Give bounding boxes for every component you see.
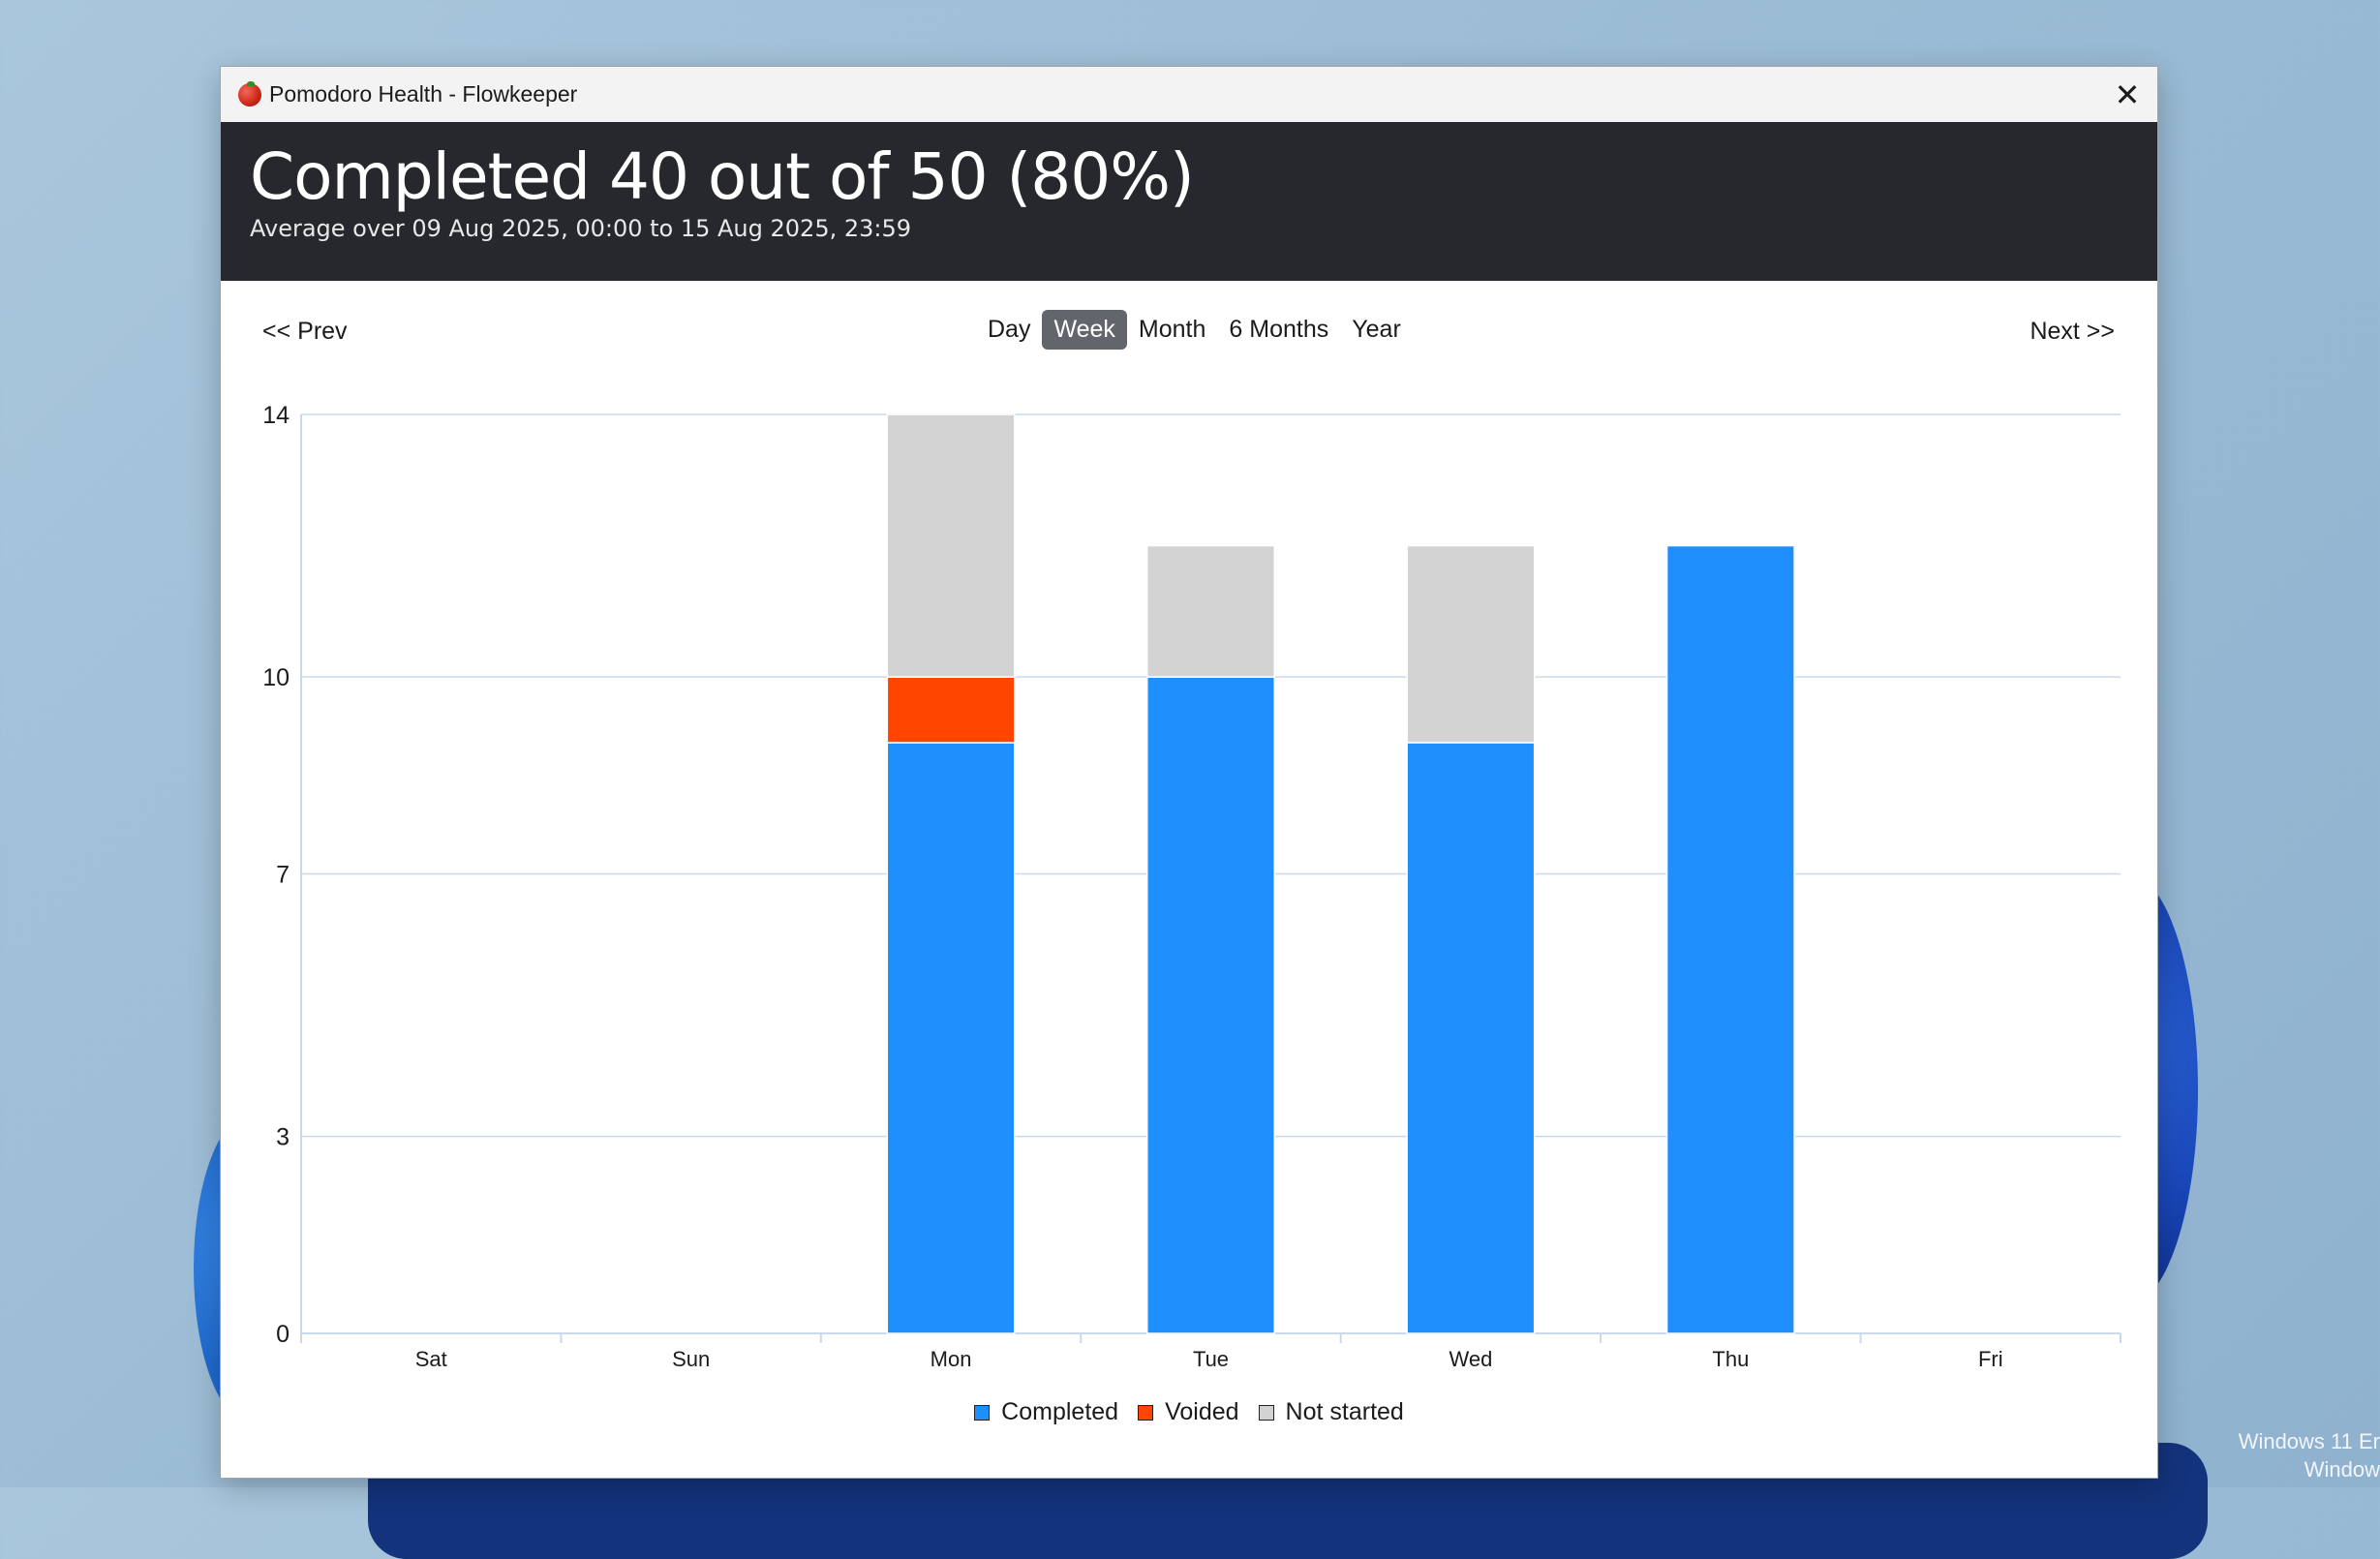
watermark-line: Windows 11 Er	[2238, 1429, 2380, 1453]
app-window: Pomodoro Health - Flowkeeper ✕ Completed…	[221, 67, 2157, 1478]
x-tick-label: Thu	[1712, 1347, 1749, 1371]
x-tick-label: Wed	[1449, 1347, 1493, 1371]
y-tick-label: 3	[276, 1124, 290, 1151]
bar-segment	[886, 676, 1016, 744]
watermark-line: Window	[2304, 1457, 2380, 1482]
legend-label: Not started	[1285, 1398, 1404, 1425]
bar-segment	[1145, 676, 1276, 1334]
legend-swatch-completed	[974, 1404, 991, 1421]
legend-item-voided: Voided	[1138, 1398, 1239, 1426]
bar-segment	[1145, 544, 1276, 678]
x-tick-label: Fri	[1978, 1347, 2003, 1371]
windows-watermark: Windows 11 Er Window	[2225, 1427, 2380, 1483]
x-tick-label: Sat	[415, 1347, 447, 1371]
x-tick-label: Tue	[1193, 1347, 1229, 1371]
bar-segment	[1406, 544, 1536, 744]
y-tick-label: 10	[262, 664, 290, 691]
bar-segment	[886, 413, 1016, 678]
y-tick-label: 14	[262, 402, 290, 429]
x-tick-label: Sun	[672, 1347, 710, 1371]
bar-segment	[1665, 544, 1795, 1334]
legend-item-not-started: Not started	[1258, 1398, 1404, 1426]
bar-segment	[1406, 742, 1536, 1334]
y-tick-label: 0	[276, 1321, 290, 1348]
legend-item-completed: Completed	[974, 1398, 1118, 1426]
legend-swatch-not-started	[1258, 1404, 1274, 1421]
chart-legend: Completed Voided Not started	[221, 1398, 2157, 1426]
pomodoro-bar-chart: 0 3 7 10 14 Sat Sun Mon Tue Wed Thu Fri	[262, 402, 2121, 1371]
x-tick-label: Mon	[931, 1347, 972, 1371]
legend-swatch-voided	[1138, 1404, 1154, 1421]
bar-segment	[886, 742, 1016, 1334]
legend-label: Completed	[1001, 1398, 1119, 1425]
legend-label: Voided	[1165, 1398, 1239, 1425]
y-tick-label: 7	[276, 862, 290, 889]
